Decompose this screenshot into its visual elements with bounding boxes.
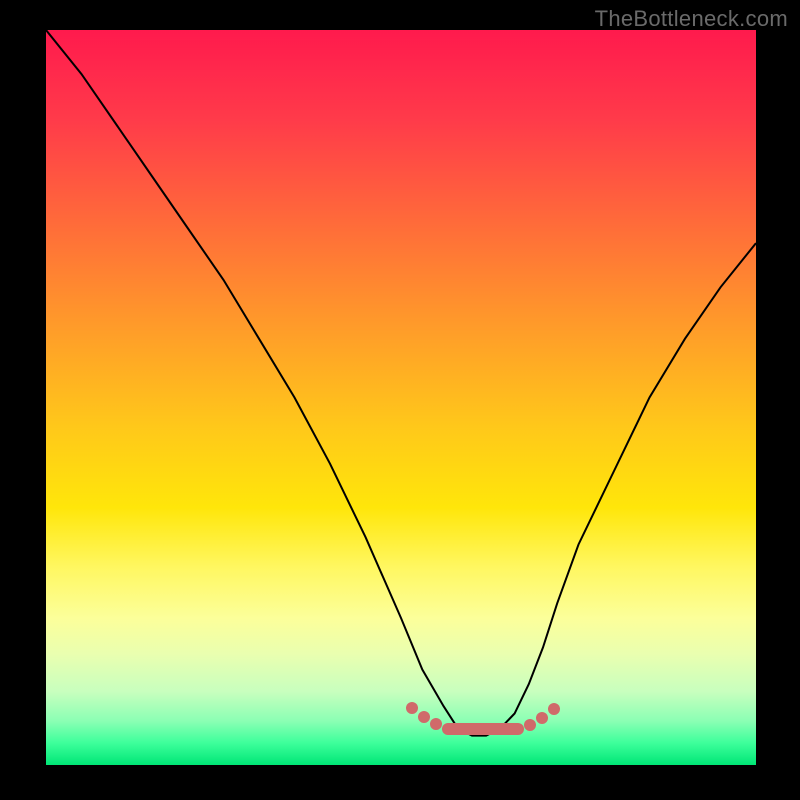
valley-marker <box>442 723 524 735</box>
valley-marker <box>524 719 536 731</box>
curve-svg <box>46 30 756 765</box>
valley-marker <box>548 703 560 715</box>
valley-marker <box>536 712 548 724</box>
watermark-text: TheBottleneck.com <box>595 6 788 32</box>
bottleneck-curve <box>46 30 756 736</box>
valley-marker <box>418 711 430 723</box>
chart-area <box>46 30 756 765</box>
valley-marker <box>406 702 418 714</box>
valley-marker <box>430 718 442 730</box>
